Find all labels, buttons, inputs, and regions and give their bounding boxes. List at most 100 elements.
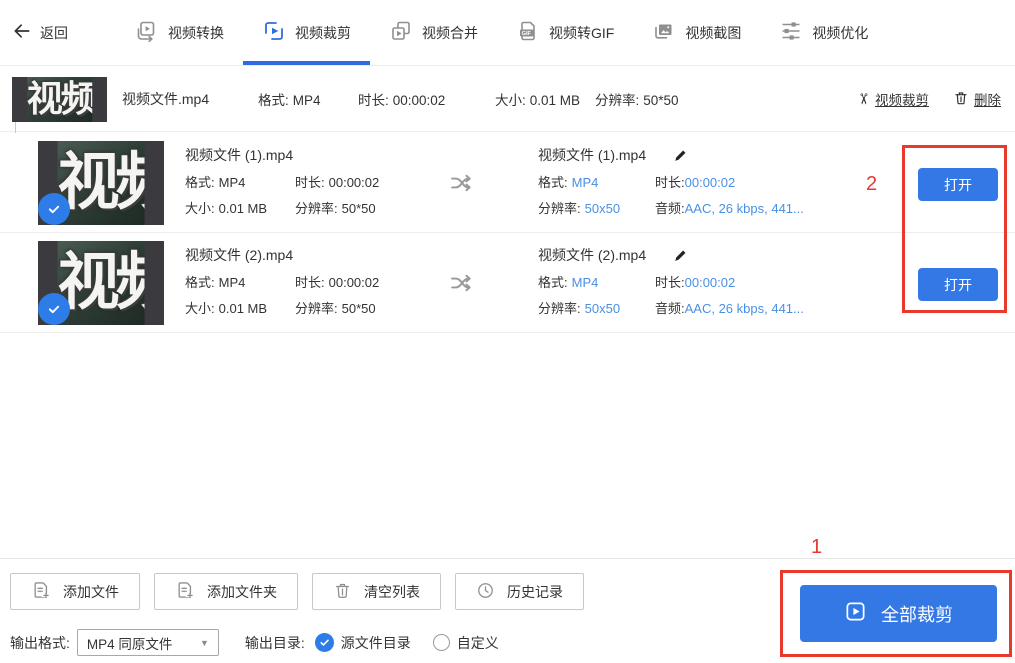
clip-duration: 时长:00:00:02 xyxy=(295,172,405,191)
clip-resolution: 分辨率:50*50 xyxy=(295,198,405,217)
rename-pencil-icon[interactable] xyxy=(672,247,689,264)
clip-output-info: 视频文件 (1).mp4 格式:MP4 时长:00:00:02 分辨率:50x5… xyxy=(538,142,804,220)
source-filename: 视频文件.mp4 xyxy=(122,89,258,109)
delete-link[interactable]: 删除 xyxy=(953,89,1001,109)
video-to-gif-icon: GIF xyxy=(516,19,540,46)
video-optimize-icon xyxy=(779,19,803,46)
video-toolbox-window: 返回 视频转换 xyxy=(0,0,1015,663)
open-button[interactable]: 打开 xyxy=(918,168,998,201)
clear-list-trash-icon xyxy=(333,581,352,603)
video-convert-icon xyxy=(135,19,159,46)
back-arrow-icon xyxy=(12,21,32,44)
source-file-row: 视频 视频文件.mp4 格式:MP4 时长:00:00:02 大小:0.01 M… xyxy=(0,67,1015,132)
chevron-down-icon: ▼ xyxy=(200,638,209,648)
clip-format: 格式:MP4 xyxy=(185,172,295,191)
clip-thumbnail: 视频 xyxy=(38,141,164,225)
radio-source-dir[interactable]: 源文件目录 xyxy=(315,633,411,653)
radio-checked-icon xyxy=(315,633,334,652)
shuffle-icon[interactable] xyxy=(447,269,477,302)
clip-filename: 视频文件 (1).mp4 xyxy=(185,142,405,168)
video-merge-icon xyxy=(389,19,413,46)
clip-source-info: 视频文件 (1).mp4 格式:MP4 时长:00:00:02 大小:0.01 … xyxy=(185,142,405,220)
clip-row-1[interactable]: 视频 视频文件 (1).mp4 格式:MP4 时长:00:00:02 大小:0.… xyxy=(0,133,1015,233)
output-format-label: 输出格式: xyxy=(10,633,70,653)
back-button[interactable]: 返回 xyxy=(12,0,68,65)
clip-source-info: 视频文件 (2).mp4 格式:MP4 时长:00:00:02 大小:0.01 … xyxy=(185,242,405,320)
video-screenshot-icon xyxy=(652,19,676,46)
bottom-toolbar: 添加文件 添加文件夹 清空列表 xyxy=(10,573,584,610)
tab-video-crop[interactable]: 视频裁剪 xyxy=(243,0,370,65)
selected-check-badge[interactable] xyxy=(38,193,70,225)
tab-video-to-gif[interactable]: GIF 视频转GIF xyxy=(497,0,633,65)
thumbnail-text: 视频 xyxy=(58,252,145,314)
tab-label: 视频转GIF xyxy=(549,23,614,43)
clip-thumbnail-image: 视频 xyxy=(58,141,145,225)
open-button[interactable]: 打开 xyxy=(918,268,998,301)
source-duration: 时长:00:00:02 xyxy=(358,89,495,109)
output-filename: 视频文件 (2).mp4 xyxy=(538,245,646,265)
radio-custom-dir[interactable]: 自定义 xyxy=(433,633,499,653)
clip-row-2[interactable]: 视频 视频文件 (2).mp4 格式:MP4 时长:00:00:02 大小:0.… xyxy=(0,233,1015,333)
output-filename: 视频文件 (1).mp4 xyxy=(538,145,646,165)
crop-all-button[interactable]: 全部裁剪 xyxy=(800,585,997,642)
feature-tabs: 视频转换 视频裁剪 xyxy=(116,0,887,65)
add-file-button[interactable]: 添加文件 xyxy=(10,573,140,610)
clip-format: 格式:MP4 xyxy=(185,272,295,291)
output-dir-label: 输出目录: xyxy=(245,633,305,653)
output-resolution: 分辨率:50x50 xyxy=(538,298,655,317)
annotation-number-1: 1 xyxy=(811,536,822,559)
svg-text:GIF: GIF xyxy=(522,31,532,37)
source-thumbnail: 视频 xyxy=(12,77,107,122)
clip-thumbnail: 视频 xyxy=(38,241,164,325)
selected-check-badge[interactable] xyxy=(38,293,70,325)
add-folder-button[interactable]: 添加文件夹 xyxy=(154,573,298,610)
tab-label: 视频优化 xyxy=(812,23,868,43)
source-resolution: 分辨率:50*50 xyxy=(595,89,679,109)
source-format: 格式:MP4 xyxy=(258,89,358,109)
back-label: 返回 xyxy=(40,23,68,43)
scissors-icon: ✂ xyxy=(855,93,873,106)
source-size: 大小:0.01 MB xyxy=(495,89,595,109)
clip-size: 大小:0.01 MB xyxy=(185,298,295,317)
output-resolution: 分辨率:50x50 xyxy=(538,198,655,217)
tab-video-screenshot[interactable]: 视频截图 xyxy=(633,0,760,65)
tab-video-optimize[interactable]: 视频优化 xyxy=(760,0,887,65)
output-options-bar: 输出格式: MP4 同原文件 ▼ 输出目录: 源文件目录 自定义 xyxy=(10,629,499,656)
tab-video-merge[interactable]: 视频合并 xyxy=(370,0,497,65)
top-nav: 返回 视频转换 xyxy=(0,0,1015,66)
clip-size: 大小:0.01 MB xyxy=(185,198,295,217)
annotation-number-2: 2 xyxy=(866,173,877,196)
output-format: 格式:MP4 xyxy=(538,272,655,291)
video-crop-icon xyxy=(262,19,286,46)
divider xyxy=(0,558,1015,559)
tab-label: 视频转换 xyxy=(168,23,224,43)
output-format: 格式:MP4 xyxy=(538,172,655,191)
clip-duration: 时长:00:00:02 xyxy=(295,272,405,291)
rename-pencil-icon[interactable] xyxy=(672,147,689,164)
thumbnail-text: 视频 xyxy=(58,152,145,214)
history-clock-icon xyxy=(476,581,495,603)
output-audio: 音频:AAC, 26 kbps, 441... xyxy=(655,198,804,217)
clip-output-info: 视频文件 (2).mp4 格式:MP4 时长:00:00:02 分辨率:50x5… xyxy=(538,242,804,320)
thumbnail-text: 视频 xyxy=(27,81,93,117)
output-format-select[interactable]: MP4 同原文件 ▼ xyxy=(77,629,219,656)
add-folder-icon xyxy=(175,580,195,603)
trash-icon xyxy=(953,90,969,109)
output-duration: 时长:00:00:02 xyxy=(655,172,735,191)
add-file-icon xyxy=(31,580,51,603)
clip-thumbnail-image: 视频 xyxy=(58,241,145,325)
tab-video-convert[interactable]: 视频转换 xyxy=(116,0,243,65)
clip-resolution: 分辨率:50*50 xyxy=(295,298,405,317)
video-crop-link[interactable]: ✂ 视频裁剪 xyxy=(857,89,929,109)
tab-label: 视频裁剪 xyxy=(295,23,351,43)
radio-unchecked-icon xyxy=(433,634,450,651)
clip-filename: 视频文件 (2).mp4 xyxy=(185,242,405,268)
history-button[interactable]: 历史记录 xyxy=(455,573,584,610)
source-actions: ✂ 视频裁剪 删除 xyxy=(857,89,1001,109)
clip-list: 视频 视频文件 (1).mp4 格式:MP4 时长:00:00:02 大小:0.… xyxy=(0,133,1015,333)
output-audio: 音频:AAC, 26 kbps, 441... xyxy=(655,298,804,317)
tab-label: 视频截图 xyxy=(685,23,741,43)
shuffle-icon[interactable] xyxy=(447,169,477,202)
clear-list-button[interactable]: 清空列表 xyxy=(312,573,441,610)
output-duration: 时长:00:00:02 xyxy=(655,272,735,291)
